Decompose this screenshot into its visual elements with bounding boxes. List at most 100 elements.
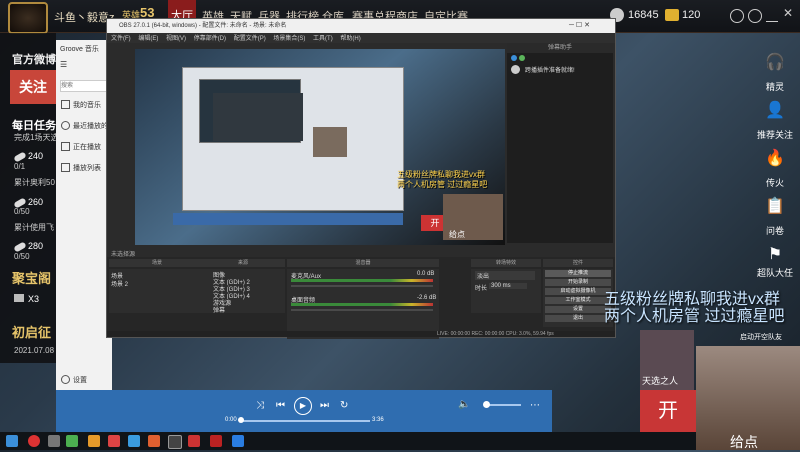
team-label: 启动开空队友: [740, 334, 782, 341]
obs-window: OBS 27.0.1 (64-bit, windows) - 配置文件: 未命名…: [106, 18, 616, 339]
help-icon[interactable]: [730, 9, 744, 23]
virtual-camera-button[interactable]: 启动虚拟摄像机: [545, 288, 611, 295]
mixer-track-db: 0.0 dB: [417, 271, 435, 277]
transitions-header: 转场特效: [471, 259, 541, 267]
clipboard-icon[interactable]: 📋: [764, 196, 786, 218]
previous-icon[interactable]: ⏮: [276, 400, 285, 411]
volume-icon[interactable]: 🔈: [458, 399, 470, 410]
menu-help[interactable]: 帮助(H): [340, 36, 360, 42]
seek-knob[interactable]: [238, 417, 244, 423]
scenes-header: 场景: [109, 259, 205, 267]
more-options-icon[interactable]: ⋯: [530, 400, 540, 411]
stop-stream-button[interactable]: 停止推流: [545, 270, 611, 277]
groove-taskbar-icon[interactable]: [232, 435, 244, 447]
right-item-team[interactable]: 超队大任: [750, 266, 800, 279]
give-points-label: 给点: [730, 434, 758, 450]
right-item-recommend[interactable]: 推荐关注: [750, 128, 800, 141]
shuffle-icon[interactable]: ⤨: [256, 400, 264, 411]
nested-player-bar: [173, 213, 403, 225]
menu-tools[interactable]: 工具(T): [313, 36, 333, 42]
user-add-icon[interactable]: 👤: [764, 100, 786, 122]
scene-item[interactable]: 场景 2: [111, 279, 128, 288]
right-item-survey[interactable]: 问卷: [750, 224, 800, 237]
studio-mode-button[interactable]: 工作室模式: [545, 297, 611, 304]
task-2-value: 260: [28, 197, 44, 207]
chat-header: 弹幕助手: [507, 43, 613, 53]
chat-message: 跨播插件准备就绪!: [525, 68, 575, 74]
right-item-spirit[interactable]: 精灵: [750, 80, 800, 93]
task-3-text: 累计使用飞: [14, 223, 54, 232]
playlist-icon: [61, 163, 70, 172]
start-icon[interactable]: [6, 435, 18, 447]
menu-file[interactable]: 文件(F): [111, 36, 131, 42]
menu-icon[interactable]: [748, 9, 762, 23]
flame-icon[interactable]: 🔥: [764, 148, 786, 170]
groove-item-playlists[interactable]: 播放列表: [73, 163, 101, 173]
exit-button[interactable]: 退出: [545, 315, 611, 322]
equalizer-icon: [61, 142, 70, 151]
chat-blue-icon[interactable]: [511, 55, 517, 61]
app-icon[interactable]: [88, 435, 100, 447]
menu-scene-collection[interactable]: 场景集合(S): [273, 36, 305, 42]
groove-item-my-music[interactable]: 我的音乐: [73, 100, 101, 110]
mixer-header: 混音器: [287, 259, 439, 267]
menu-docks[interactable]: 停靠部件(D): [194, 36, 226, 42]
game-logo[interactable]: [8, 2, 48, 34]
time-total: 3:36: [372, 417, 384, 423]
clock-icon: [61, 121, 70, 130]
groove-settings[interactable]: 设置: [73, 375, 87, 385]
play-button[interactable]: ▶: [294, 397, 312, 415]
next-icon[interactable]: ⏭: [320, 400, 329, 411]
controls-header: 控件: [543, 259, 613, 267]
volume-knob[interactable]: [483, 401, 490, 408]
groove-item-now-playing[interactable]: 正在播放: [73, 142, 101, 152]
window-controls[interactable]: ─ ☐ ✕: [569, 21, 590, 29]
app-icon[interactable]: [148, 435, 160, 447]
obs-title: OBS 27.0.1 (64-bit, windows) - 配置文件: 未命名…: [119, 23, 287, 29]
task-3-count: 0/50: [14, 252, 30, 261]
source-item[interactable]: 弹幕: [213, 305, 225, 314]
chat-green-icon[interactable]: [519, 55, 525, 61]
close-icon[interactable]: ✕: [783, 6, 793, 20]
event-date: 2021.07.08: [14, 346, 55, 355]
explorer-icon[interactable]: [48, 435, 60, 447]
volume-slider[interactable]: [291, 309, 433, 311]
menu-view[interactable]: 视图(V): [166, 36, 186, 42]
treasure-pavilion-label[interactable]: 聚宝阁: [12, 268, 51, 287]
team-icon[interactable]: ⚑: [764, 244, 786, 266]
duration-input[interactable]: 300 ms: [489, 283, 527, 289]
audio-meter: [291, 279, 433, 282]
follow-button[interactable]: 关注: [10, 70, 56, 104]
menu-profile[interactable]: 配置文件(P): [234, 36, 266, 42]
time-elapsed: 0:00: [225, 417, 237, 423]
groove-search-input[interactable]: [60, 80, 110, 92]
task-3-value: 280: [28, 241, 44, 251]
browser-icon[interactable]: [28, 435, 40, 447]
open-button[interactable]: 开: [640, 390, 696, 432]
volume-slider[interactable]: [291, 285, 433, 287]
minimize-icon[interactable]: [766, 9, 778, 22]
app-icon[interactable]: [128, 435, 140, 447]
start-recording-button[interactable]: 开始录制: [545, 279, 611, 286]
repeat-icon[interactable]: ↻: [340, 400, 348, 411]
menu-edit[interactable]: 编辑(E): [138, 36, 158, 42]
right-item-pass-fire[interactable]: 传火: [750, 176, 800, 189]
event-label[interactable]: 初启征: [12, 322, 51, 341]
app-icon[interactable]: [210, 435, 222, 447]
settings-button[interactable]: 设置: [545, 306, 611, 313]
headset-icon[interactable]: 🎧: [764, 52, 786, 74]
nested-obs: [213, 93, 303, 141]
obs-taskbar-icon[interactable]: [168, 435, 182, 449]
duration-label: 时长: [475, 286, 488, 292]
app-icon[interactable]: [108, 435, 120, 447]
wechat-icon[interactable]: [66, 435, 78, 447]
hamburger-icon[interactable]: ☰: [60, 60, 67, 69]
gold-count: 120: [682, 9, 701, 21]
app-icon[interactable]: [188, 435, 200, 447]
chosen-user-label: 天选之人: [642, 376, 679, 386]
coin-count: 16845: [628, 9, 659, 21]
transition-select[interactable]: 淡出: [475, 271, 535, 280]
obs-title-bar[interactable]: OBS 27.0.1 (64-bit, windows) - 配置文件: 未命名…: [107, 19, 615, 33]
seek-bar[interactable]: [240, 420, 370, 422]
volume-slider[interactable]: [485, 404, 521, 406]
